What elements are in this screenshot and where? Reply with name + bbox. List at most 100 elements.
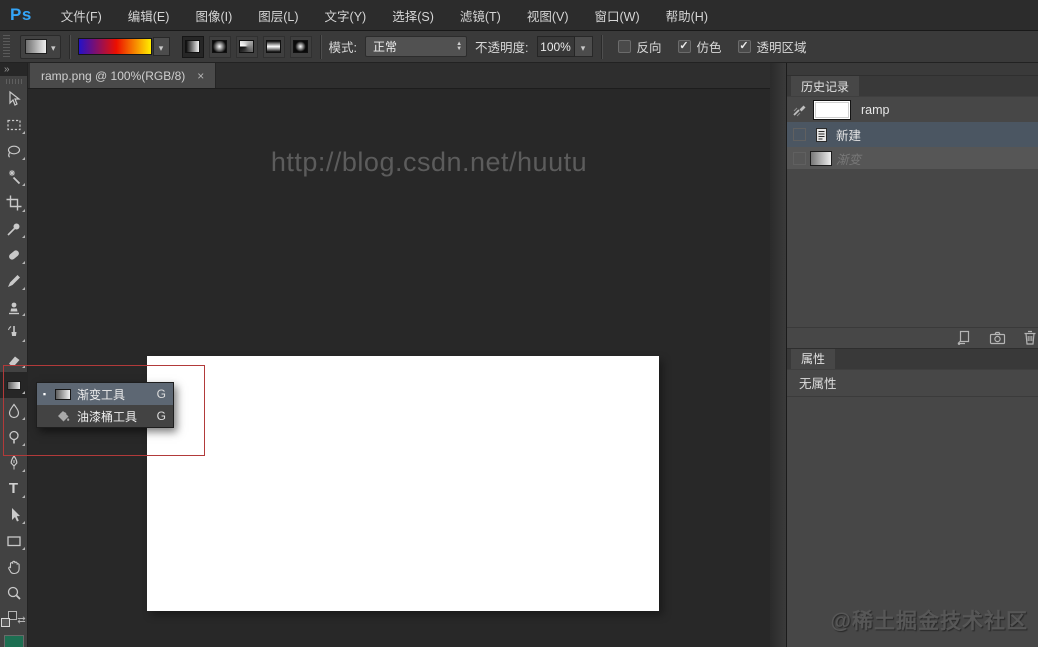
history-panel: ramp 新建 渐变 (787, 97, 1038, 348)
reflected-gradient-button[interactable] (262, 35, 285, 58)
rectangle-icon (6, 536, 21, 547)
properties-panel-tab-bar: 属性 (787, 347, 1038, 370)
zoom-tool[interactable] (0, 580, 28, 606)
chevron-down-icon (159, 38, 164, 56)
menu-filter[interactable]: 滤镜(T) (447, 0, 514, 30)
brush-tool[interactable] (0, 268, 28, 294)
dodge-tool[interactable] (0, 424, 28, 450)
lasso-tool[interactable] (0, 138, 28, 164)
menu-window[interactable]: 窗口(W) (582, 0, 653, 30)
angle-gradient-button[interactable] (235, 35, 258, 58)
reflected-gradient-icon (266, 40, 282, 53)
rectangular-marquee-tool[interactable] (0, 112, 28, 138)
gradient-state-icon (806, 150, 836, 166)
photoshop-logo: Ps (10, 5, 32, 24)
eraser-tool[interactable] (0, 346, 28, 372)
properties-empty-text: 无属性 (787, 370, 1038, 397)
document-tab-bar: ramp.png @ 100%(RGB/8) × (28, 63, 770, 89)
transparency-checkbox[interactable]: ✓ (737, 40, 751, 53)
history-state-row[interactable]: 新建 (787, 122, 1038, 147)
linear-gradient-button[interactable] (181, 35, 204, 58)
reverse-checkbox[interactable] (617, 40, 631, 53)
history-brush-source-icon[interactable] (787, 102, 813, 118)
diamond-gradient-button[interactable] (289, 35, 312, 58)
eyedropper-tool[interactable] (0, 216, 28, 242)
history-panel-tab-bar: 历史记录 (787, 76, 1038, 97)
healing-brush-tool[interactable] (0, 242, 28, 268)
gradient-preview[interactable] (77, 38, 152, 55)
tool-preset-picker[interactable] (20, 34, 61, 59)
history-state-label: 新建 (836, 129, 862, 143)
menu-select[interactable]: 选择(S) (379, 0, 447, 30)
crop-icon (6, 195, 21, 211)
menu-help[interactable]: 帮助(H) (653, 0, 721, 30)
clone-stamp-tool[interactable] (0, 294, 28, 320)
brush-icon (7, 275, 20, 287)
set-source-well[interactable] (793, 128, 806, 141)
stamp-icon (8, 302, 19, 315)
flyout-item-shortcut: G (156, 409, 166, 423)
bandage-icon (8, 250, 19, 260)
menu-type[interactable]: 文字(Y) (312, 0, 380, 30)
canvas-area[interactable]: http://blog.csdn.net/huutu (28, 89, 770, 647)
gradient-icon (54, 388, 72, 400)
gradient-dropdown-button[interactable] (152, 37, 170, 56)
eraser-icon (8, 356, 19, 366)
pen-tool[interactable] (0, 450, 28, 476)
magnifier-icon (7, 586, 21, 600)
radial-gradient-button[interactable] (208, 35, 231, 58)
flyout-item-label: 渐变工具 (77, 387, 126, 402)
new-snapshot-camera-icon[interactable] (989, 331, 1006, 345)
menu-layer[interactable]: 图层(L) (245, 0, 311, 30)
swap-colors-icon (17, 610, 25, 628)
paint-bucket-icon (54, 408, 72, 424)
history-state-row[interactable]: 渐变 (787, 147, 1038, 169)
hand-tool[interactable] (0, 554, 28, 580)
magic-wand-tool[interactable] (0, 164, 28, 190)
blend-mode-select[interactable]: 正常 (365, 36, 468, 57)
type-icon (9, 480, 18, 498)
pen-nib-icon (10, 454, 17, 470)
chevron-down-icon (51, 38, 56, 56)
current-tool-bullet: ▪ (42, 389, 47, 399)
canvas-document[interactable] (147, 356, 659, 611)
gradient-picker[interactable] (77, 37, 170, 56)
foreground-color-swatch[interactable] (3, 635, 24, 647)
menu-edit[interactable]: 编辑(E) (115, 0, 183, 30)
crop-tool[interactable] (0, 190, 28, 216)
type-tool[interactable] (0, 476, 28, 502)
close-icon[interactable]: × (197, 69, 204, 83)
dither-checkbox[interactable]: ✓ (677, 40, 691, 53)
document-tab[interactable]: ramp.png @ 100%(RGB/8) × (30, 63, 217, 88)
magic-wand-icon (8, 170, 20, 185)
toolbar-grip-handle[interactable] (5, 79, 22, 84)
opacity-input[interactable]: 100% (536, 36, 575, 57)
snapshot-thumbnail[interactable] (813, 99, 851, 120)
tool-options-bar: 模式: 正常 不透明度: 100% 反向 ✓ 仿色 ✓ 透明区域 (0, 31, 1038, 63)
history-brush-tool[interactable] (0, 320, 28, 346)
move-tool[interactable] (0, 86, 28, 112)
menu-bar: Ps 文件(F) 编辑(E) 图像(I) 图层(L) 文字(Y) 选择(S) 滤… (0, 0, 1038, 31)
color-swatches-control[interactable] (0, 606, 28, 632)
path-selection-tool[interactable] (0, 502, 28, 528)
rectangle-tool[interactable] (0, 528, 28, 554)
mode-label: 模式: (328, 41, 358, 55)
tool-flyout-menu: ▪ 渐变工具 G 油漆桶工具 G (36, 382, 174, 428)
menu-image[interactable]: 图像(I) (182, 0, 245, 30)
menu-view[interactable]: 视图(V) (514, 0, 582, 30)
tab-history[interactable]: 历史记录 (791, 76, 860, 96)
opacity-dropdown-button[interactable] (574, 36, 593, 57)
menu-file[interactable]: 文件(F) (48, 0, 115, 30)
flyout-item-paint-bucket-tool[interactable]: 油漆桶工具 G (37, 405, 173, 427)
toolbar-collapse-bar[interactable] (0, 63, 27, 76)
tab-properties[interactable]: 属性 (791, 348, 836, 369)
blur-tool[interactable] (0, 398, 28, 424)
snapshot-label[interactable]: ramp (861, 103, 889, 117)
flyout-item-gradient-tool[interactable]: ▪ 渐变工具 G (37, 383, 173, 405)
foreground-background-swatches-icon (1, 611, 18, 627)
delete-trash-icon[interactable] (1023, 330, 1037, 345)
new-document-from-state-icon[interactable] (956, 330, 972, 345)
history-snapshot-row[interactable]: ramp (787, 97, 1038, 122)
options-grip-handle[interactable] (3, 34, 10, 59)
gradient-tool[interactable] (0, 372, 28, 398)
